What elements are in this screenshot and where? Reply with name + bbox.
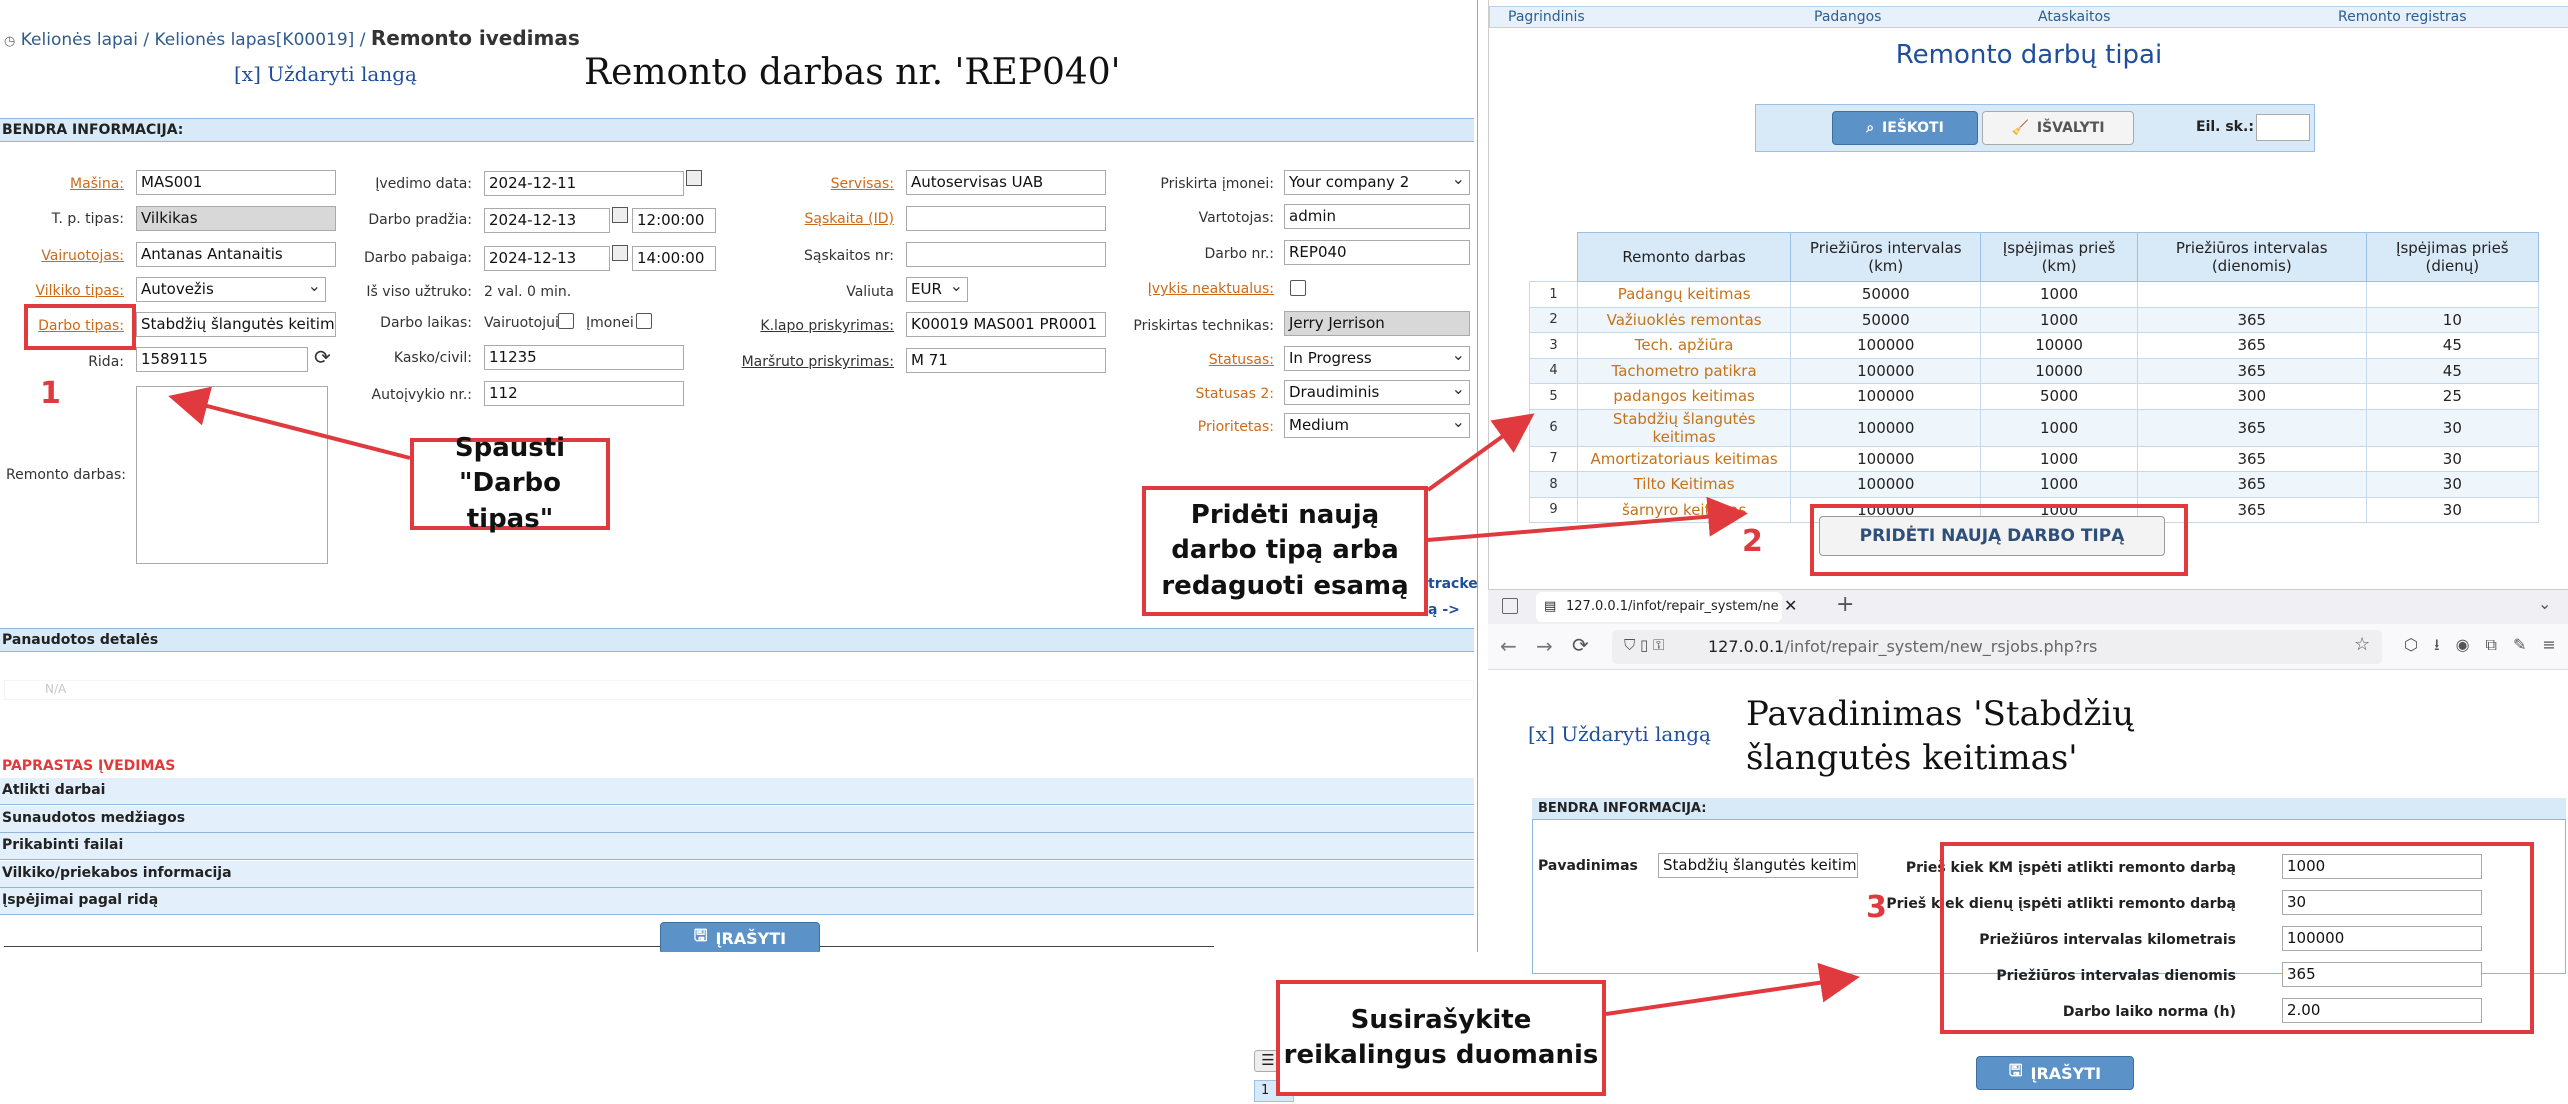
arrow-2a — [1426, 413, 1535, 492]
arrow-3 — [1605, 962, 1860, 1016]
arrow-1 — [168, 386, 411, 460]
annotation-arrows — [168, 386, 1860, 1016]
arrow-2b — [1427, 496, 1748, 542]
